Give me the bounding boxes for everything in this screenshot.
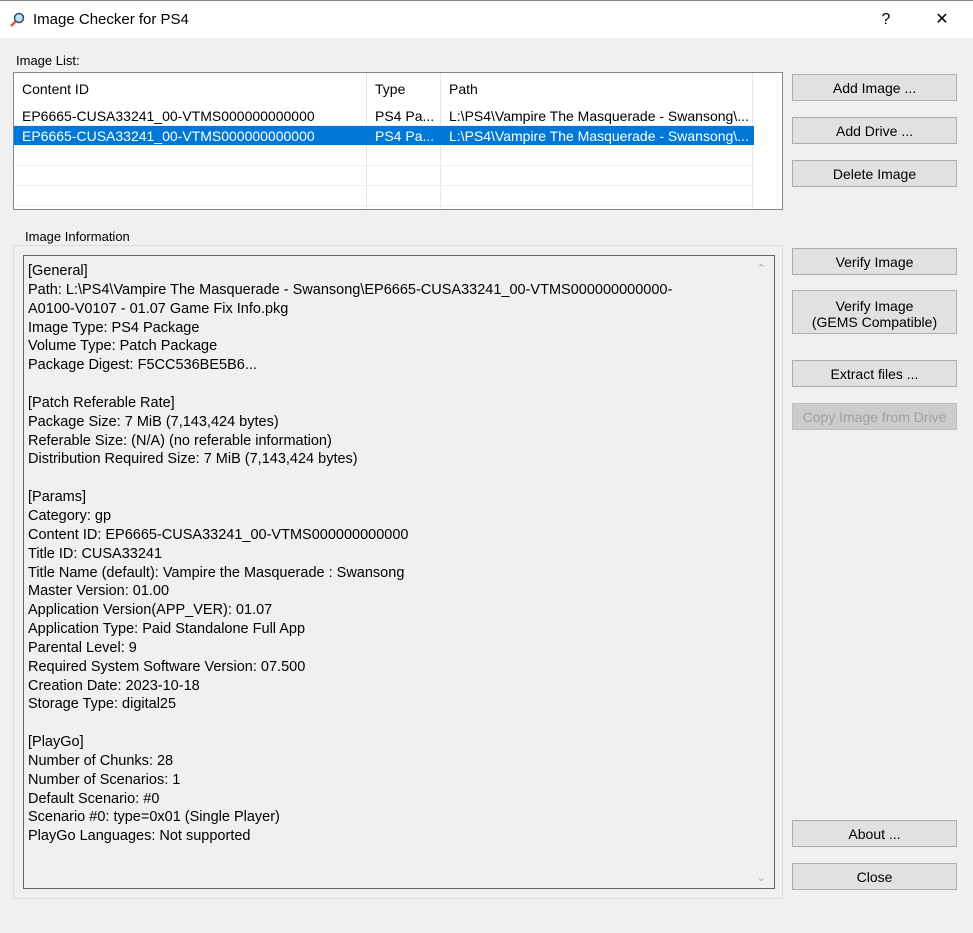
info-line bbox=[28, 375, 672, 394]
add-drive-button[interactable]: Add Drive ... bbox=[792, 117, 957, 144]
info-line: A0100-V0107 - 01.07 Game Fix Info.pkg bbox=[28, 300, 289, 317]
table-row[interactable] bbox=[14, 146, 754, 166]
info-line: Number of Scenarios: 1 bbox=[28, 771, 181, 788]
info-line: Number of Chunks: 28 bbox=[28, 752, 174, 769]
table-row[interactable]: EP6665-CUSA33241_00-VTMS000000000000 PS4 … bbox=[14, 106, 754, 126]
info-line: Title ID: CUSA33241 bbox=[28, 545, 163, 562]
image-information-textbox[interactable]: [General] Path: L:\PS4\Vampire The Masque… bbox=[23, 255, 775, 889]
cell-path: L:\PS4\Vampire The Masquerade - Swansong… bbox=[449, 128, 749, 144]
info-line: Distribution Required Size: 7 MiB (7,143… bbox=[28, 451, 358, 468]
verify-image-button[interactable]: Verify Image bbox=[792, 248, 957, 275]
info-line: [Params] bbox=[28, 489, 87, 506]
extract-files-button[interactable]: Extract files ... bbox=[792, 360, 957, 387]
info-line: Creation Date: 2023-10-18 bbox=[28, 677, 200, 694]
title-bar: Image Checker for PS4 ? ✕ bbox=[0, 0, 973, 38]
info-line bbox=[28, 714, 672, 733]
info-line: Path: L:\PS4\Vampire The Masquerade - Sw… bbox=[28, 281, 673, 298]
delete-image-button[interactable]: Delete Image bbox=[792, 160, 957, 187]
verify-gems-sublabel: (GEMS Compatible) bbox=[811, 314, 938, 330]
info-line: Application Version(APP_VER): 01.07 bbox=[28, 602, 273, 619]
info-line: Required System Software Version: 07.500 bbox=[28, 658, 306, 675]
scroll-down-icon[interactable]: ⌄ bbox=[757, 871, 766, 884]
info-line: Content ID: EP6665-CUSA33241_00-VTMS0000… bbox=[28, 526, 409, 543]
info-line: Master Version: 01.00 bbox=[28, 583, 170, 600]
close-window-button[interactable]: ✕ bbox=[922, 7, 962, 33]
info-line: Package Digest: F5CC536BE5B6... bbox=[28, 357, 257, 374]
info-line: Title Name (default): Vampire the Masque… bbox=[28, 564, 405, 581]
info-line: Volume Type: Patch Package bbox=[28, 338, 218, 355]
info-line: PlayGo Languages: Not supported bbox=[28, 828, 251, 845]
info-line: Application Type: Paid Standalone Full A… bbox=[28, 621, 306, 638]
info-line bbox=[28, 469, 672, 488]
cell-type: PS4 Pa... bbox=[375, 128, 435, 144]
cell-content-id: EP6665-CUSA33241_00-VTMS000000000000 bbox=[22, 108, 315, 124]
image-information-label: Image Information bbox=[22, 229, 133, 244]
info-line: Storage Type: digital25 bbox=[28, 696, 177, 713]
close-button[interactable]: Close bbox=[792, 863, 957, 890]
image-list-label: Image List: bbox=[16, 53, 80, 68]
info-line: Image Type: PS4 Package bbox=[28, 319, 200, 336]
cell-type: PS4 Pa... bbox=[375, 108, 435, 124]
add-image-button[interactable]: Add Image ... bbox=[792, 74, 957, 101]
verify-gems-label: Verify Image bbox=[835, 298, 914, 314]
cell-path: L:\PS4\Vampire The Masquerade - Swansong… bbox=[449, 108, 749, 124]
info-line: Scenario #0: type=0x01 (Single Player) bbox=[28, 809, 280, 826]
table-row[interactable] bbox=[14, 166, 754, 186]
verify-image-gems-button[interactable]: Verify Image (GEMS Compatible) bbox=[792, 290, 957, 334]
table-row[interactable] bbox=[14, 186, 754, 206]
copy-image-from-drive-button: Copy Image from Drive bbox=[792, 403, 957, 430]
window-title: Image Checker for PS4 bbox=[33, 11, 189, 28]
info-line: Category: gp bbox=[28, 507, 112, 524]
image-list[interactable]: Content ID Type Path EP6665-CUSA33241_00… bbox=[13, 72, 783, 210]
info-line: Package Size: 7 MiB (7,143,424 bytes) bbox=[28, 413, 279, 430]
info-line: [Patch Referable Rate] bbox=[28, 394, 175, 411]
help-button[interactable]: ? bbox=[866, 7, 906, 33]
cell-content-id: EP6665-CUSA33241_00-VTMS000000000000 bbox=[22, 128, 315, 144]
scroll-up-icon[interactable]: ⌃ bbox=[757, 262, 766, 275]
info-line: [PlayGo] bbox=[28, 734, 84, 751]
table-row[interactable]: EP6665-CUSA33241_00-VTMS000000000000 PS4 … bbox=[14, 126, 754, 146]
magnifier-icon bbox=[10, 12, 25, 27]
info-line: [General] bbox=[28, 263, 88, 279]
about-button[interactable]: About ... bbox=[792, 820, 957, 847]
info-line: Default Scenario: #0 bbox=[28, 790, 160, 807]
info-line: Referable Size: (N/A) (no referable info… bbox=[28, 432, 332, 449]
info-line: Parental Level: 9 bbox=[28, 639, 137, 656]
